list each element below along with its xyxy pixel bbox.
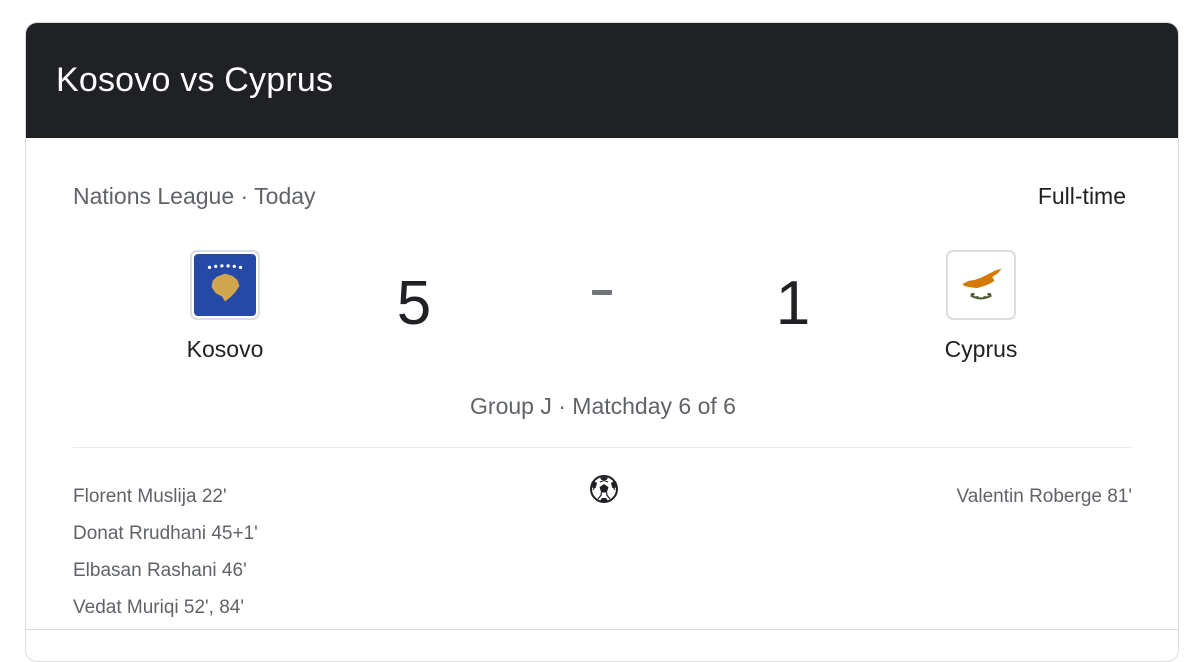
away-team[interactable]: Cyprus [911,250,1051,363]
home-scorers: Florent Muslija 22' Donat Rrudhani 45+1'… [73,478,258,626]
match-title[interactable]: Kosovo vs Cyprus [56,61,333,100]
home-score: 5 [396,269,432,338]
kosovo-flag-icon [190,250,260,320]
soccer-ball-icon [589,474,619,504]
section-divider [73,447,1132,448]
home-team[interactable]: Kosovo [155,250,295,363]
card-bottom-divider [26,629,1178,630]
card-header: Kosovo vs Cyprus [26,23,1178,138]
scorer-entry: Florent Muslija 22' [73,486,227,507]
scorer-entry: Elbasan Rashani 46' [73,560,247,581]
match-card: Kosovo vs Cyprus Nations League · Today … [25,22,1179,662]
away-team-name: Cyprus [944,336,1018,362]
scorer-entry: Valentin Roberge 81' [956,486,1132,507]
group-info: Group J · Matchday 6 of 6 [470,393,736,419]
away-scorers: Valentin Roberge 81' [957,478,1132,515]
competition-label: Nations League · Today [73,183,316,209]
scorer-entry: Donat Rrudhani 45+1' [73,523,258,544]
home-team-name: Kosovo [186,336,264,362]
match-status: Full-time [1037,183,1126,209]
match-meta-row: Nations League · Today Full-time [73,183,1126,210]
scorer-entry: Vedat Muriqi 52', 84' [73,597,244,618]
away-score: 1 [775,269,811,338]
cyprus-flag-icon [946,250,1016,320]
score-separator [592,290,612,295]
